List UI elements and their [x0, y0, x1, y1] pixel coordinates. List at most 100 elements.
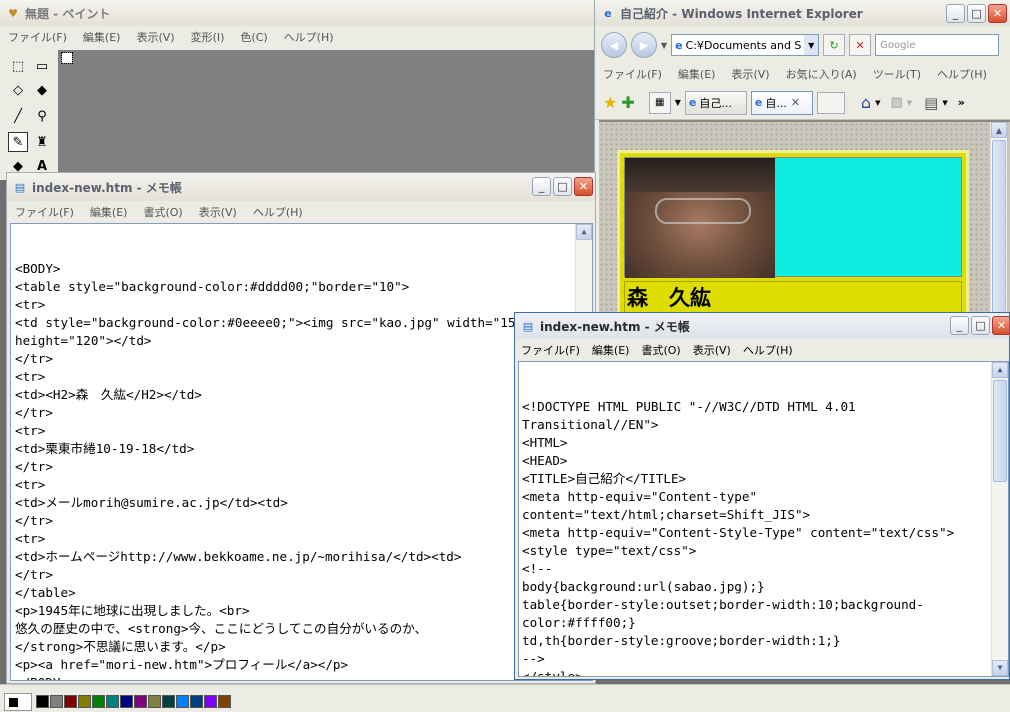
- maximize-icon[interactable]: □: [967, 4, 986, 23]
- paint-menu-edit[interactable]: 編集(E): [75, 29, 129, 45]
- scroll-down-icon[interactable]: ▼: [992, 660, 1008, 676]
- refresh-icon[interactable]: ↻: [823, 34, 846, 56]
- eraser-icon[interactable]: ◇: [8, 80, 28, 100]
- history-dropdown-icon[interactable]: ▼: [661, 41, 667, 50]
- palette-swatch[interactable]: [218, 695, 231, 708]
- notepad-menu-help[interactable]: ヘルプ(H): [245, 204, 311, 220]
- scroll-up-icon[interactable]: ▲: [991, 122, 1007, 138]
- foreground-color: [8, 697, 19, 708]
- tab-close-icon[interactable]: ✕: [791, 96, 800, 109]
- palette-swatch[interactable]: [64, 695, 77, 708]
- palette-swatch[interactable]: [106, 695, 119, 708]
- minimize-icon[interactable]: _: [950, 316, 969, 335]
- close-icon[interactable]: ✕: [574, 177, 593, 196]
- notepad-menu-edit[interactable]: 編集(E): [586, 342, 636, 358]
- notepad-menu-view[interactable]: 表示(V): [687, 342, 737, 358]
- photo-glasses: [655, 198, 751, 224]
- palette-swatch[interactable]: [120, 695, 133, 708]
- notepad-menu-file[interactable]: ファイル(F): [7, 204, 82, 220]
- palette-swatch[interactable]: [176, 695, 189, 708]
- more-tools-icon[interactable]: »: [958, 96, 965, 109]
- free-select-icon[interactable]: ⬚: [8, 56, 28, 76]
- current-colors[interactable]: [4, 693, 32, 711]
- address-dropdown-icon[interactable]: ▼: [804, 35, 819, 55]
- palette-swatch[interactable]: [92, 695, 105, 708]
- search-input[interactable]: Google: [875, 34, 1000, 56]
- close-icon[interactable]: ✕: [992, 316, 1009, 335]
- new-tab-button[interactable]: [816, 91, 845, 114]
- magnifier-icon[interactable]: ⚲: [32, 106, 52, 126]
- notepad-app-icon: ▤: [522, 319, 534, 333]
- paint-menu-file[interactable]: ファイル(F): [0, 29, 75, 45]
- palette-swatch[interactable]: [204, 695, 217, 708]
- brush-icon[interactable]: ♜: [32, 132, 52, 152]
- close-icon[interactable]: ✕: [988, 4, 1007, 23]
- minimize-icon[interactable]: _: [532, 177, 551, 196]
- ie-menu-file[interactable]: ファイル(F): [595, 66, 670, 82]
- ie-menu-view[interactable]: 表示(V): [723, 66, 777, 82]
- maximize-icon[interactable]: □: [971, 316, 990, 335]
- notepad-front-titlebar[interactable]: ▤ index-new.htm - メモ帳: [515, 313, 1009, 339]
- notepad-menu-help[interactable]: ヘルプ(H): [737, 342, 799, 358]
- feeds-dropdown-icon[interactable]: ▼: [907, 99, 912, 107]
- notepad-front-scrollbar[interactable]: ▲ ▼: [991, 362, 1008, 676]
- paint-canvas-area[interactable]: [58, 50, 600, 180]
- print-dropdown-icon[interactable]: ▼: [942, 99, 947, 107]
- rect-select-icon[interactable]: ▭: [32, 56, 52, 76]
- pencil-icon[interactable]: ✎: [8, 132, 28, 152]
- ie-scrollbar[interactable]: ▲: [990, 122, 1007, 320]
- scroll-thumb[interactable]: [993, 380, 1007, 482]
- palette-swatch[interactable]: [50, 695, 63, 708]
- add-favorites-icon[interactable]: ✚: [621, 93, 634, 112]
- ie-address-row: ◀ ▶ ▼ e C:¥Documents and S ▼ ↻ ✕ Google: [595, 28, 1010, 62]
- profile-photo: [625, 158, 775, 278]
- tab-list-icon[interactable]: ▼: [675, 98, 681, 107]
- eyedropper-icon[interactable]: ╱: [8, 106, 28, 126]
- print-icon[interactable]: ▤: [924, 94, 938, 112]
- quick-tabs-icon[interactable]: ▦: [648, 91, 671, 114]
- tab-1[interactable]: e 自己...: [684, 90, 747, 115]
- stop-icon[interactable]: ✕: [849, 34, 872, 56]
- paint-canvas[interactable]: [61, 52, 73, 64]
- scroll-up-icon[interactable]: ▲: [992, 362, 1008, 378]
- paint-menu-image[interactable]: 変形(I): [183, 29, 233, 45]
- ie-app-icon: e: [604, 6, 612, 20]
- palette-swatch[interactable]: [190, 695, 203, 708]
- home-icon[interactable]: ⌂: [861, 93, 871, 112]
- palette-swatch[interactable]: [162, 695, 175, 708]
- favorites-star-icon[interactable]: ★: [603, 93, 617, 112]
- profile-table: 森 久紘: [617, 150, 969, 320]
- palette-swatch[interactable]: [78, 695, 91, 708]
- paint-menu-view[interactable]: 表示(V): [128, 29, 182, 45]
- notepad-menu-edit[interactable]: 編集(E): [82, 204, 136, 220]
- notepad-menu-format[interactable]: 書式(O): [635, 342, 686, 358]
- palette-swatch[interactable]: [36, 695, 49, 708]
- scroll-thumb[interactable]: [992, 140, 1006, 320]
- notepad-back-titlebar[interactable]: ▤ index-new.htm - メモ帳: [7, 173, 595, 201]
- scroll-up-icon[interactable]: ▲: [576, 224, 592, 240]
- palette-swatch[interactable]: [148, 695, 161, 708]
- notepad-menu-file[interactable]: ファイル(F): [515, 342, 586, 358]
- notepad-menu-format[interactable]: 書式(O): [135, 204, 190, 220]
- palette-swatch[interactable]: [134, 695, 147, 708]
- notepad-back-textarea[interactable]: <BODY> <table style="background-color:#d…: [10, 223, 593, 681]
- notepad-front-textarea[interactable]: <!DOCTYPE HTML PUBLIC "-//W3C//DTD HTML …: [518, 361, 1009, 677]
- fill-bucket-icon[interactable]: ◆: [32, 80, 52, 100]
- ie-menu-tools[interactable]: ツール(T): [865, 66, 929, 82]
- ie-menu-help[interactable]: ヘルプ(H): [929, 66, 995, 82]
- paint-menu-help[interactable]: ヘルプ(H): [276, 29, 342, 45]
- tab-2[interactable]: e 自... ✕: [750, 90, 813, 115]
- paint-menu-colors[interactable]: 色(C): [232, 29, 275, 45]
- home-dropdown-icon[interactable]: ▼: [875, 99, 880, 107]
- maximize-icon[interactable]: □: [553, 177, 572, 196]
- address-bar[interactable]: e C:¥Documents and S ▼: [671, 34, 820, 56]
- minimize-icon[interactable]: _: [946, 4, 965, 23]
- feeds-icon[interactable]: ▧: [890, 95, 902, 110]
- ie-menu-edit[interactable]: 編集(E): [670, 66, 724, 82]
- notepad-front-caption-buttons: _ □ ✕: [950, 316, 1009, 335]
- back-icon[interactable]: ◀: [601, 32, 627, 58]
- notepad-menu-view[interactable]: 表示(V): [191, 204, 245, 220]
- forward-icon[interactable]: ▶: [631, 32, 657, 58]
- ie-menu-favorites[interactable]: お気に入り(A): [778, 66, 865, 82]
- paint-titlebar[interactable]: ♥ 無題 - ペイント: [0, 0, 600, 26]
